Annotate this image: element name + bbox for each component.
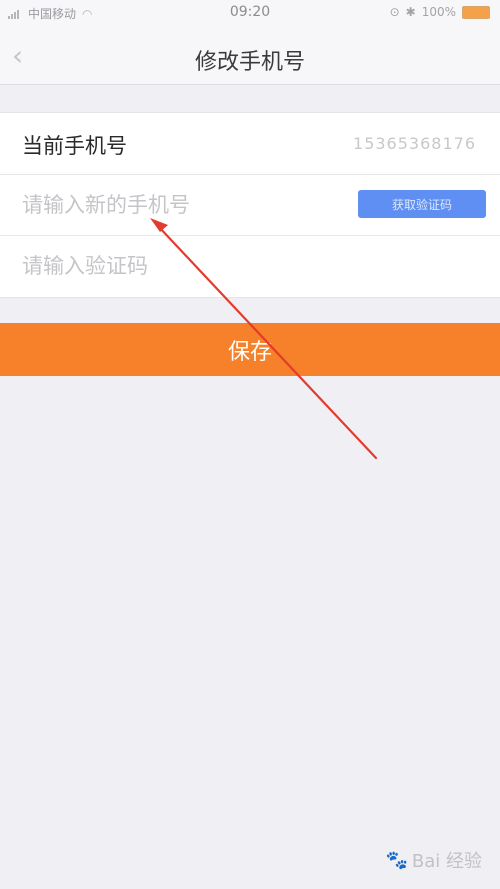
paw-icon: 🐾 [385,849,408,871]
verification-code-row [0,235,500,296]
current-phone-row: 当前手机号 15365368176 [0,113,500,175]
current-phone-value: 15365368176 [353,134,476,153]
new-phone-row: 获取验证码 [0,174,500,236]
watermark-text: Bai 经验 [411,851,482,872]
status-right: ⊙ ✱ 100% [390,5,490,19]
current-phone-label: 当前手机号 [22,134,127,158]
new-phone-input[interactable] [22,190,322,220]
save-button[interactable]: 保存 [0,323,500,376]
status-bar: 中国移动 ◠ 09:20 ⊙ ✱ 100% [0,0,500,28]
save-button-label: 保存 [227,339,272,365]
verification-code-input[interactable] [22,251,322,281]
battery-icon [462,5,490,19]
watermark: 🐾 Bai 经验 [385,847,482,873]
location-icon: ⊙ [389,5,400,19]
bluetooth-icon: ✱ [405,5,416,19]
battery-percent: 100% [421,5,456,19]
phone-form: 当前手机号 15365368176 获取验证码 [0,112,500,298]
get-code-button[interactable]: 获取验证码 [358,190,486,218]
page-title: 修改手机号 [194,50,305,75]
navigation-bar: ‹ 修改手机号 [0,28,500,85]
